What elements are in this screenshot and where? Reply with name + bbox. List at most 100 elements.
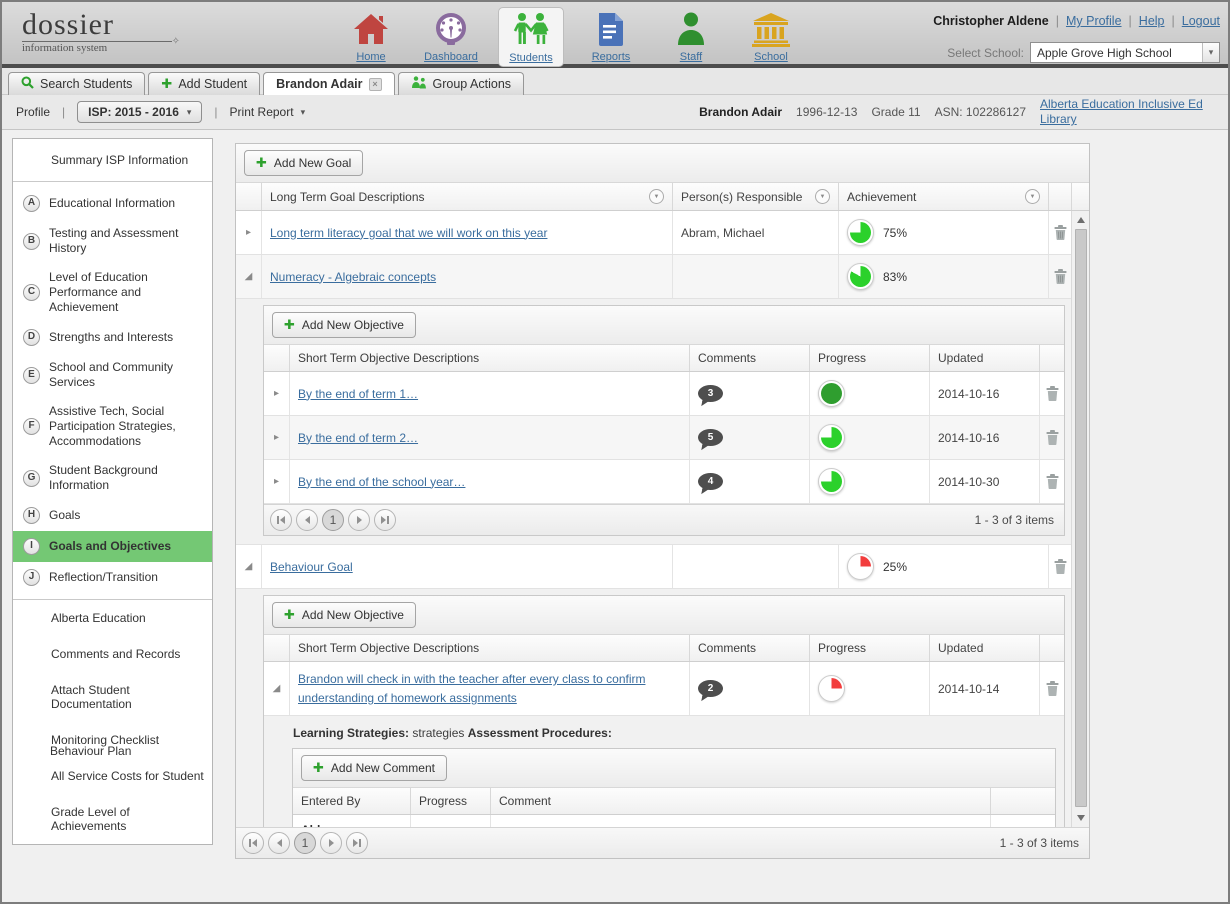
pager-last-button[interactable] bbox=[346, 832, 368, 854]
sidebar-item-reflection-transition[interactable]: J Reflection/Transition bbox=[13, 562, 212, 593]
sidebar-item-attach-student-documentation[interactable]: Attach Student Documentation bbox=[13, 672, 212, 722]
delete-comment-button[interactable] bbox=[991, 815, 1055, 827]
logo-title: dossier bbox=[22, 10, 172, 42]
delete-objective-button[interactable] bbox=[1040, 460, 1064, 503]
school-select[interactable]: Apple Grove High School ▾ bbox=[1030, 42, 1220, 63]
goal-detail: ✚ Add New Objective Short Term Objective… bbox=[236, 589, 1071, 827]
pager-first-button[interactable] bbox=[270, 509, 292, 531]
nav-dashboard[interactable]: Dashboard bbox=[418, 7, 484, 67]
my-profile-link[interactable]: My Profile bbox=[1066, 14, 1122, 28]
sidebar-item-goals-and-objectives[interactable]: I Goals and Objectives bbox=[13, 531, 212, 562]
sidebar-item-strengths-and-interests[interactable]: D Strengths and Interests bbox=[13, 322, 212, 353]
delete-objective-button[interactable] bbox=[1040, 416, 1064, 459]
nav-staff-label[interactable]: Staff bbox=[680, 51, 702, 63]
nav-reports[interactable]: Reports bbox=[578, 7, 644, 67]
staff-person-icon bbox=[674, 11, 708, 50]
expand-arrow-icon[interactable]: ▸ bbox=[264, 416, 290, 459]
pager-first-button[interactable] bbox=[242, 832, 264, 854]
add-new-comment-button[interactable]: ✚ Add New Comment bbox=[301, 755, 447, 781]
pager-next-button[interactable] bbox=[320, 832, 342, 854]
pager-page-button[interactable]: 1 bbox=[294, 832, 316, 854]
tab-group-actions[interactable]: Group Actions bbox=[398, 72, 525, 95]
nav-school-label[interactable]: School bbox=[754, 51, 788, 63]
expand-arrow-icon[interactable]: ▸ bbox=[264, 460, 290, 503]
nav-school[interactable]: School bbox=[738, 7, 804, 67]
sidebar-item-behaviour-plan[interactable]: Behaviour Plan bbox=[12, 738, 139, 764]
sidebar-item-summary-isp[interactable]: Summary ISP Information bbox=[13, 139, 212, 182]
goals-grid-toolbar: ✚ Add New Goal bbox=[236, 144, 1089, 183]
sidebar-item-testing-assessment-history[interactable]: B Testing and Assessment History bbox=[13, 219, 212, 263]
goal-link[interactable]: Long term literacy goal that we will wor… bbox=[270, 226, 547, 240]
nav-home[interactable]: Home bbox=[338, 7, 404, 67]
sidebar-item-school-community-services[interactable]: E School and Community Services bbox=[13, 353, 212, 397]
column-objective-desc: Short Term Objective Descriptions bbox=[290, 635, 690, 661]
scroll-up-icon[interactable] bbox=[1077, 217, 1085, 223]
updated-date: 2014-10-16 bbox=[930, 372, 1040, 415]
objectives-header-row: Short Term Objective Descriptions Commen… bbox=[264, 345, 1064, 372]
sidebar-item-alberta-education[interactable]: Alberta Education bbox=[13, 600, 212, 636]
delete-objective-button[interactable] bbox=[1040, 372, 1064, 415]
delete-goal-button[interactable] bbox=[1049, 255, 1071, 298]
delete-objective-button[interactable] bbox=[1040, 662, 1064, 715]
objective-link[interactable]: Brandon will check in with the teacher a… bbox=[298, 670, 681, 707]
student-toolbar: Profile | ISP: 2015 - 2016 ▾ | Print Rep… bbox=[2, 95, 1228, 130]
objective-link[interactable]: By the end of term 1… bbox=[298, 387, 418, 401]
letter-badge: J bbox=[23, 569, 40, 586]
close-icon[interactable]: × bbox=[369, 78, 382, 91]
help-link[interactable]: Help bbox=[1139, 14, 1165, 28]
sidebar-item-comments-and-records[interactable]: Comments and Records bbox=[13, 636, 212, 672]
pager-next-button[interactable] bbox=[348, 509, 370, 531]
nav-staff[interactable]: Staff bbox=[658, 7, 724, 67]
logout-link[interactable]: Logout bbox=[1182, 14, 1220, 28]
filter-icon[interactable]: ▼ bbox=[649, 189, 664, 204]
nav-students[interactable]: Students bbox=[498, 7, 564, 67]
print-report-dropdown[interactable]: Print Report ▾ bbox=[230, 105, 306, 119]
scroll-down-icon[interactable] bbox=[1077, 815, 1085, 821]
filter-icon[interactable]: ▼ bbox=[815, 189, 830, 204]
add-plus-icon: ✚ bbox=[161, 76, 172, 92]
profile-link[interactable]: Profile bbox=[16, 105, 50, 119]
chevron-down-icon[interactable]: ▾ bbox=[1202, 43, 1219, 62]
goal-link[interactable]: Numeracy - Algebraic concepts bbox=[270, 270, 436, 284]
add-plus-icon: ✚ bbox=[313, 760, 324, 776]
delete-goal-button[interactable] bbox=[1049, 545, 1071, 588]
tab-brandon-adair[interactable]: Brandon Adair × bbox=[263, 72, 394, 95]
scrollbar-thumb[interactable] bbox=[1075, 229, 1087, 807]
collapse-arrow-icon[interactable]: ◢ bbox=[264, 662, 290, 715]
goal-link[interactable]: Behaviour Goal bbox=[270, 560, 353, 574]
sidebar-item-grade-level-achievements[interactable]: Grade Level of Achievements bbox=[13, 794, 212, 844]
app-header: dossier information system✧ Home Dashboa bbox=[2, 2, 1228, 68]
inclusive-ed-library-link[interactable]: Alberta Education Inclusive Ed Library bbox=[1040, 97, 1218, 127]
letter-badge: A bbox=[23, 195, 40, 212]
objective-link[interactable]: By the end of the school year… bbox=[298, 475, 465, 489]
isp-year-dropdown[interactable]: ISP: 2015 - 2016 ▾ bbox=[77, 101, 202, 123]
delete-goal-button[interactable] bbox=[1049, 211, 1071, 254]
sidebar-item-goals[interactable]: H Goals bbox=[13, 500, 212, 531]
collapse-arrow-icon[interactable]: ◢ bbox=[236, 255, 262, 298]
nav-students-label[interactable]: Students bbox=[509, 52, 552, 64]
expand-arrow-icon[interactable]: ▸ bbox=[236, 211, 262, 254]
pager-prev-button[interactable] bbox=[296, 509, 318, 531]
sidebar-item-student-background[interactable]: G Student Background Information bbox=[13, 456, 212, 500]
collapse-arrow-icon[interactable]: ◢ bbox=[236, 545, 262, 588]
nav-dashboard-label[interactable]: Dashboard bbox=[424, 51, 478, 63]
add-new-goal-button[interactable]: ✚ Add New Goal bbox=[244, 150, 363, 176]
pager-last-button[interactable] bbox=[374, 509, 396, 531]
sidebar-item-level-of-education-performance[interactable]: C Level of Education Performance and Ach… bbox=[13, 263, 212, 322]
pager-page-button[interactable]: 1 bbox=[322, 509, 344, 531]
comments-header-row: Entered By Progress Comment bbox=[293, 788, 1055, 815]
objective-link[interactable]: By the end of term 2… bbox=[298, 431, 418, 445]
tab-add-student[interactable]: ✚ Add Student bbox=[148, 72, 260, 95]
filter-icon[interactable]: ▼ bbox=[1025, 189, 1040, 204]
nav-home-label[interactable]: Home bbox=[356, 51, 385, 63]
vertical-scrollbar[interactable] bbox=[1071, 211, 1089, 827]
add-new-objective-button[interactable]: ✚ Add New Objective bbox=[272, 602, 416, 628]
nav-reports-label[interactable]: Reports bbox=[592, 51, 631, 63]
add-new-objective-button[interactable]: ✚ Add New Objective bbox=[272, 312, 416, 338]
pager-prev-button[interactable] bbox=[268, 832, 290, 854]
expand-arrow-icon[interactable]: ▸ bbox=[264, 372, 290, 415]
tab-search-students[interactable]: Search Students bbox=[8, 72, 145, 95]
sidebar-item-educational-information[interactable]: A Educational Information bbox=[13, 188, 212, 219]
search-icon bbox=[21, 76, 34, 92]
sidebar-item-assistive-tech[interactable]: F Assistive Tech, Social Participation S… bbox=[13, 397, 212, 456]
